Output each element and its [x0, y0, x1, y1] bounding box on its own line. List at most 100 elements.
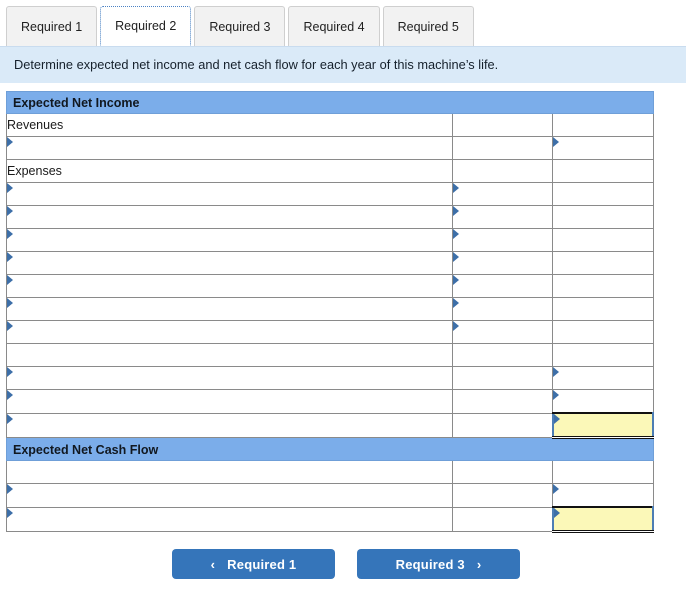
expense-amount-input-4[interactable] — [453, 252, 553, 274]
row-label-revenues: Revenues — [5, 113, 454, 137]
input-marker-icon — [453, 298, 460, 308]
cash-flow-amount-cell[interactable] — [552, 483, 654, 508]
input-marker-icon — [7, 367, 13, 377]
net-income-description-input-2[interactable] — [7, 390, 453, 413]
input-marker-icon — [7, 275, 13, 285]
empty-cell — [452, 460, 554, 484]
expense-description-cell[interactable] — [5, 274, 454, 298]
cash-flow-amount-input-1[interactable] — [553, 484, 653, 506]
expense-description-input-3[interactable] — [7, 229, 453, 251]
input-marker-icon — [453, 229, 460, 239]
empty-cell — [452, 412, 554, 438]
input-marker-icon — [553, 390, 560, 400]
net-income-total-amount-input[interactable] — [553, 414, 652, 436]
empty-cell — [5, 343, 454, 367]
expense-amount-cell[interactable] — [452, 251, 554, 275]
input-marker-icon — [553, 367, 560, 377]
tab-required-2[interactable]: Required 2 — [100, 6, 192, 46]
expense-description-input-5[interactable] — [7, 275, 453, 297]
input-marker-icon — [553, 508, 560, 518]
cash-flow-description-input-1[interactable] — [7, 484, 453, 507]
empty-cell — [452, 506, 554, 532]
input-marker-icon — [7, 206, 13, 216]
net-income-total-description-input[interactable] — [7, 413, 453, 437]
expense-description-input-7[interactable] — [7, 321, 453, 343]
expense-amount-input-1[interactable] — [453, 183, 553, 205]
expense-amount-cell[interactable] — [452, 297, 554, 321]
net-income-total-description-cell[interactable] — [5, 412, 454, 438]
revenue-description-cell[interactable] — [5, 136, 454, 160]
expense-description-cell[interactable] — [5, 205, 454, 229]
net-income-amount-input-2[interactable] — [553, 390, 653, 412]
revenue-amount-cell[interactable] — [552, 136, 654, 160]
empty-cell — [552, 182, 654, 206]
cash-flow-total-amount-cell[interactable] — [551, 506, 655, 533]
section-title: Expected Net Cash Flow — [13, 442, 159, 457]
table-row-expense-3 — [5, 228, 654, 252]
expense-amount-cell[interactable] — [452, 205, 554, 229]
expense-amount-input-7[interactable] — [453, 321, 553, 343]
empty-cell — [552, 205, 654, 229]
worksheet-container: Expected Net Income Revenues Expenses Ex… — [0, 83, 686, 579]
empty-cell — [552, 460, 654, 484]
table-row-net-income-1 — [5, 366, 654, 390]
expense-description-input-2[interactable] — [7, 206, 453, 228]
net-income-amount-input-1[interactable] — [553, 367, 653, 389]
row-label-expenses: Expenses — [5, 159, 454, 183]
empty-cell — [552, 320, 654, 344]
net-income-description-cell[interactable] — [5, 366, 454, 390]
empty-cell — [452, 389, 554, 414]
revenue-amount-input[interactable] — [553, 137, 653, 159]
tab-required-5[interactable]: Required 5 — [382, 6, 474, 46]
expense-description-cell[interactable] — [5, 297, 454, 321]
worksheet-table: Expected Net Income Revenues Expenses Ex… — [5, 91, 655, 533]
cash-flow-total-description-cell[interactable] — [5, 506, 454, 532]
expense-description-cell[interactable] — [5, 228, 454, 252]
expense-amount-input-6[interactable] — [453, 298, 553, 320]
expense-description-input-4[interactable] — [7, 252, 453, 274]
tab-required-1[interactable]: Required 1 — [6, 6, 98, 46]
net-income-total-amount-cell[interactable] — [551, 412, 655, 439]
input-marker-icon — [453, 252, 460, 262]
expense-description-cell[interactable] — [5, 320, 454, 344]
net-income-amount-cell[interactable] — [552, 389, 654, 414]
tab-required-4[interactable]: Required 4 — [288, 6, 380, 46]
table-row-spacer — [5, 460, 654, 484]
table-row-revenues-label: Revenues — [5, 113, 654, 137]
expense-amount-cell[interactable] — [452, 274, 554, 298]
revenue-description-input[interactable] — [7, 137, 453, 159]
section-header-cell: Expected Net Income — [6, 91, 654, 114]
cash-flow-total-description-input[interactable] — [7, 507, 453, 531]
expense-amount-input-3[interactable] — [453, 229, 553, 251]
input-marker-icon — [553, 484, 560, 494]
table-row-expenses-label: Expenses — [5, 159, 654, 183]
input-marker-icon — [453, 275, 460, 285]
expense-amount-cell[interactable] — [452, 228, 554, 252]
next-required-button[interactable]: Required 3 › — [357, 549, 520, 579]
net-income-amount-cell[interactable] — [552, 366, 654, 390]
expense-description-input-1[interactable] — [7, 183, 453, 205]
input-marker-icon — [7, 507, 13, 518]
input-marker-icon — [7, 252, 13, 262]
expense-description-cell[interactable] — [5, 251, 454, 275]
cash-flow-description-cell[interactable] — [5, 483, 454, 508]
expense-amount-input-5[interactable] — [453, 275, 553, 297]
expense-amount-input-2[interactable] — [453, 206, 553, 228]
prev-required-label: Required 1 — [227, 556, 297, 572]
empty-cell — [452, 343, 554, 367]
section-header-expected-net-cash-flow: Expected Net Cash Flow — [6, 437, 654, 461]
prev-required-button[interactable]: ‹ Required 1 — [172, 549, 335, 579]
input-marker-icon — [7, 229, 13, 239]
net-income-description-input-1[interactable] — [7, 367, 453, 389]
expense-amount-cell[interactable] — [452, 182, 554, 206]
expense-amount-cell[interactable] — [452, 320, 554, 344]
cash-flow-total-amount-input[interactable] — [553, 508, 652, 530]
input-marker-icon — [7, 321, 13, 331]
expense-description-input-6[interactable] — [7, 298, 453, 320]
net-income-description-cell[interactable] — [5, 389, 454, 414]
table-row-expense-6 — [5, 297, 654, 321]
expense-description-cell[interactable] — [5, 182, 454, 206]
empty-cell — [452, 113, 554, 137]
table-row-expense-2 — [5, 205, 654, 229]
tab-required-3[interactable]: Required 3 — [194, 6, 286, 46]
